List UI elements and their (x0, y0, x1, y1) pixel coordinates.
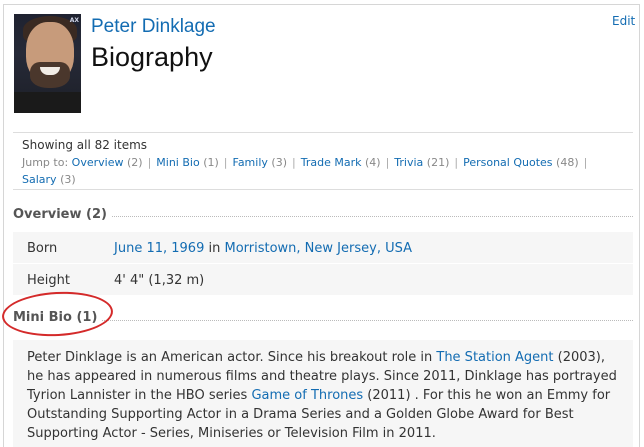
born-in-text: in (208, 241, 221, 256)
jump-link-overview[interactable]: Overview (72, 156, 124, 169)
jump-count: (1) (203, 156, 219, 169)
separator: | (385, 156, 390, 169)
the-station-agent-link[interactable]: The Station Agent (436, 350, 553, 365)
photo-corner-text: AX (69, 17, 79, 24)
photo-beard (30, 62, 70, 88)
jump-link-trade-mark[interactable]: Trade Mark (301, 156, 362, 169)
jump-count: (21) (426, 156, 450, 169)
height-row: Height 4' 4" (1,32 m) (13, 264, 633, 296)
jump-count: (48) (556, 156, 579, 169)
overview-heading: Overview (2) (13, 207, 111, 222)
born-value: June 11, 1969 in Morristown, New Jersey,… (114, 241, 412, 256)
separator: | (147, 156, 152, 169)
birth-place-link[interactable]: Morristown, New Jersey, USA (224, 241, 412, 256)
separator: | (583, 156, 588, 169)
jump-link-salary[interactable]: Salary (22, 173, 57, 186)
overview-table: Born June 11, 1969 in Morristown, New Je… (13, 232, 633, 296)
game-of-thrones-link[interactable]: Game of Thrones (251, 388, 363, 403)
birth-date-link[interactable]: June 11, 1969 (114, 241, 204, 256)
jump-count: (2) (126, 156, 143, 169)
born-label: Born (27, 241, 58, 256)
jump-count: (3) (60, 173, 76, 186)
jump-link-personal-quotes[interactable]: Personal Quotes (463, 156, 552, 169)
jump-label: Jump to: (22, 156, 69, 169)
jump-to-nav: Jump to: Overview (2) | Mini Bio (1) | Famil… (22, 154, 622, 188)
jump-link-family[interactable]: Family (233, 156, 268, 169)
height-value: 4' 4" (1,32 m) (114, 273, 205, 288)
photo-shirt (14, 92, 81, 113)
mini-bio-text: Peter Dinklage is an American actor. Sin… (27, 348, 623, 443)
born-row: Born June 11, 1969 in Morristown, New Je… (13, 232, 633, 264)
jump-link-trivia[interactable]: Trivia (394, 156, 423, 169)
edit-link[interactable]: Edit (612, 14, 635, 28)
jump-count: (4) (364, 156, 381, 169)
actor-name-link[interactable]: Peter Dinklage (91, 16, 216, 38)
bio-text-part: Peter Dinklage is an American actor. Sin… (27, 350, 437, 365)
jump-count: (3) (271, 156, 287, 169)
jump-link-mini-bio[interactable]: Mini Bio (156, 156, 199, 169)
profile-photo[interactable]: AX (14, 14, 81, 113)
showing-count: Showing all 82 items (22, 138, 148, 152)
separator: | (223, 156, 228, 169)
page-title: Biography (91, 42, 213, 72)
height-label: Height (27, 273, 70, 288)
separator: | (292, 156, 296, 169)
separator: | (454, 156, 459, 169)
